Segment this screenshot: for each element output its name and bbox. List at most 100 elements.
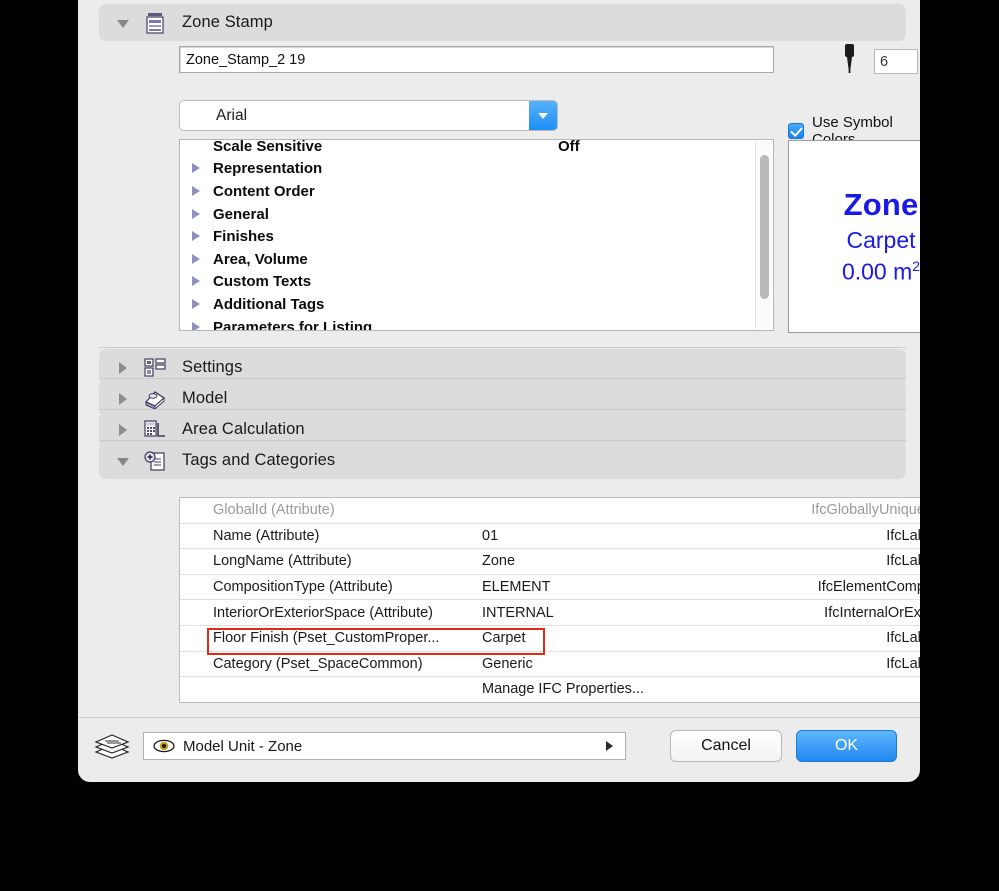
area-calculation-icon: [142, 417, 168, 443]
section-title: Zone Stamp: [182, 13, 273, 31]
settings-icon: [142, 355, 168, 381]
tree-row-label: Content Order: [213, 182, 315, 200]
tree-row[interactable]: Parameters for Listing: [180, 316, 755, 331]
ifc-property-type: IfcLabel: [886, 553, 920, 570]
chevron-right-icon[interactable]: [192, 162, 202, 175]
chevron-right-icon[interactable]: [606, 741, 613, 751]
tree-row-label: General: [213, 205, 269, 223]
ok-button[interactable]: OK: [796, 730, 897, 762]
ifc-property-name: Floor Finish (Pset_CustomProper...: [213, 630, 440, 647]
ifc-property-type: IfcLabel: [886, 655, 920, 672]
zone-stamp-settings-window: Zone Stamp Arial Use Symbol Colors Scale…: [78, 0, 920, 782]
chevron-right-icon[interactable]: [192, 275, 202, 288]
tree-row[interactable]: Scale Sensitive Off: [180, 139, 755, 158]
cancel-button[interactable]: Cancel: [670, 730, 782, 762]
ifc-property-name: GlobalId (Attribute): [213, 502, 335, 519]
tree-row-label: Parameters for Listing: [213, 318, 373, 331]
font-select[interactable]: Arial: [179, 100, 558, 131]
chevron-right-icon[interactable]: [192, 298, 202, 311]
chevron-right-icon[interactable]: [116, 423, 130, 437]
font-select-value: Arial: [216, 106, 248, 124]
tags-and-categories-icon: [142, 448, 168, 474]
footer-divider: [78, 717, 920, 718]
ifc-property-name: LongName (Attribute): [213, 553, 352, 570]
tree-row[interactable]: Representation: [180, 158, 755, 181]
section-title: Area Calculation: [182, 420, 305, 438]
tree-row[interactable]: Finishes: [180, 225, 755, 248]
ifc-property-name: Category (Pset_SpaceCommon): [213, 655, 423, 672]
zone-stamp-icon: [142, 10, 168, 36]
ifc-table-row[interactable]: CompositionType (Attribute) ELEMENT IfcEle…: [180, 575, 920, 601]
ifc-table-row[interactable]: LongName (Attribute) Zone IfcLabel: [180, 549, 920, 575]
section-title: Model: [182, 389, 228, 407]
chevron-right-icon[interactable]: [192, 253, 202, 266]
tree-row-label: Scale Sensitive: [213, 139, 323, 155]
chevron-right-icon[interactable]: [116, 392, 130, 406]
chevron-right-icon[interactable]: [192, 230, 202, 243]
section-divider: [99, 378, 906, 379]
manage-ifc-properties-link[interactable]: Manage IFC Properties...: [482, 681, 644, 697]
layer-stack-icon[interactable]: [93, 734, 131, 759]
ifc-property-value[interactable]: INTERNAL: [482, 605, 554, 621]
ifc-property-value[interactable]: Zone: [482, 553, 515, 569]
pen-number-input[interactable]: [874, 49, 918, 74]
ifc-property-type: IfcGloballyUniqueId: [811, 502, 920, 519]
ifc-properties-table[interactable]: GlobalId (Attribute) IfcGloballyUniqueId N…: [179, 497, 920, 703]
stamp-preview: Zone Carpet 0.00 m2: [788, 140, 920, 333]
model-icon: [142, 386, 168, 412]
parameter-tree-list[interactable]: Scale Sensitive Off Representation Content …: [179, 139, 774, 331]
ifc-table-row[interactable]: Category (Pset_SpaceCommon) Generic IfcLab…: [180, 652, 920, 678]
ifc-property-name: CompositionType (Attribute): [213, 579, 393, 596]
tree-row-label: Custom Texts: [213, 273, 312, 291]
ifc-property-type: IfcLabel: [886, 630, 920, 647]
chevron-down-icon[interactable]: [529, 101, 557, 130]
ifc-property-value[interactable]: Carpet: [482, 630, 526, 646]
manage-ifc-properties-row[interactable]: Manage IFC Properties...: [180, 677, 920, 702]
tree-row-label: Additional Tags: [213, 295, 325, 313]
preview-area-exponent: 2: [912, 258, 920, 275]
ifc-property-value[interactable]: 01: [482, 528, 498, 544]
tree-row[interactable]: Content Order: [180, 180, 755, 203]
chevron-right-icon[interactable]: [116, 361, 130, 375]
section-title: Tags and Categories: [182, 451, 336, 469]
section-header-zone-stamp[interactable]: Zone Stamp: [99, 4, 906, 41]
ifc-table-row[interactable]: Name (Attribute) 01 IfcLabel: [180, 524, 920, 550]
tree-row-label: Area, Volume: [213, 250, 308, 268]
preview-area-value: 0.00 m: [841, 258, 913, 285]
tree-row[interactable]: General: [180, 203, 755, 226]
ifc-property-name: Name (Attribute): [213, 527, 320, 544]
model-unit-label: Model Unit - Zone: [183, 737, 303, 755]
ifc-property-type: IfcLabel: [886, 527, 920, 544]
ifc-table-row[interactable]: InteriorOrExteriorSpace (Attribute) INTER…: [180, 600, 920, 626]
tree-row-label: Finishes: [213, 228, 274, 246]
ifc-property-value[interactable]: Generic: [482, 656, 533, 672]
chevron-right-icon[interactable]: [192, 321, 202, 330]
stamp-name-input[interactable]: [179, 46, 774, 73]
tree-row[interactable]: Additional Tags: [180, 293, 755, 316]
pen-icon: [840, 42, 859, 76]
tree-row[interactable]: Area, Volume: [180, 248, 755, 271]
chevron-right-icon[interactable]: [192, 185, 202, 198]
ifc-property-name: InteriorOrExteriorSpace (Attribute): [213, 604, 433, 621]
tree-scrollbar[interactable]: [755, 141, 772, 329]
preview-area-label: 0.00 m2: [842, 258, 920, 286]
preview-material-label: Carpet: [846, 227, 916, 254]
section-title: Settings: [182, 358, 243, 376]
eye-icon: [153, 739, 175, 753]
chevron-right-icon[interactable]: [192, 208, 202, 221]
tree-scrollbar-thumb[interactable]: [760, 155, 769, 299]
chevron-down-icon[interactable]: [116, 454, 130, 468]
ifc-table-row[interactable]: GlobalId (Attribute) IfcGloballyUniqueId: [180, 498, 920, 524]
ifc-table-row[interactable]: Floor Finish (Pset_CustomProper... Carpet…: [180, 626, 920, 652]
chevron-down-icon[interactable]: [116, 16, 130, 30]
section-divider: [99, 409, 906, 410]
section-divider: [99, 347, 906, 348]
ifc-property-type: IfcInternalOrExt...: [824, 604, 920, 621]
section-header-tags-and-categories[interactable]: Tags and Categories: [99, 442, 906, 479]
ifc-property-value[interactable]: ELEMENT: [482, 579, 551, 595]
tree-row-label: Representation: [213, 160, 323, 178]
model-unit-popup[interactable]: Model Unit - Zone: [143, 732, 626, 760]
tree-row[interactable]: Custom Texts: [180, 271, 755, 294]
use-symbol-colors-checkbox[interactable]: [788, 123, 804, 139]
